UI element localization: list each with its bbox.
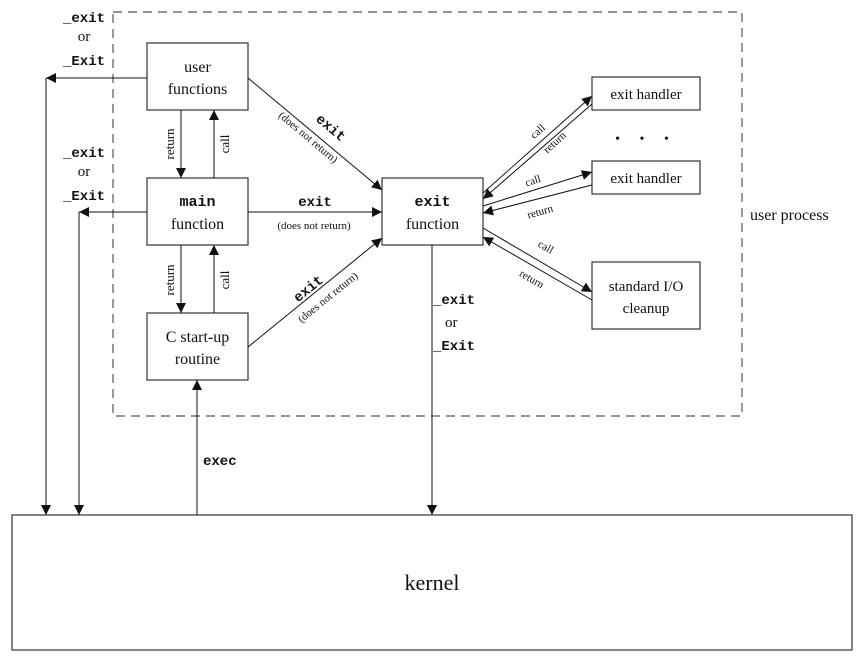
- exit-handler-box-2: exit handler: [591, 160, 701, 195]
- user-functions-line2: functions: [168, 81, 228, 98]
- exit-handler-box-1: exit handler: [591, 76, 701, 111]
- exit-handler-1-label: exit handler: [610, 87, 681, 103]
- call-label-h1: call: [528, 122, 548, 142]
- user-functions-box: user functions: [146, 42, 249, 111]
- return-label-h1: return: [541, 129, 569, 156]
- call-label-2: call: [217, 270, 232, 289]
- exit-or-label-1: _exit or _Exit: [62, 11, 105, 70]
- return-label-h2: return: [526, 203, 555, 222]
- kernel-label: kernel: [405, 570, 460, 595]
- svg-text:_Exit: _Exit: [62, 189, 105, 205]
- kernel-box: kernel: [11, 514, 853, 651]
- startup-routine-line1: C start-up: [166, 329, 230, 346]
- user-process-label: user process: [750, 207, 829, 224]
- exit-function-box: exit function: [381, 177, 484, 246]
- startup-routine-line2: routine: [175, 351, 220, 368]
- exit-label-horiz: exit: [298, 195, 332, 211]
- svg-text:or: or: [78, 164, 91, 180]
- return-label-2: return: [162, 264, 177, 296]
- exit-function-line1: exit: [414, 194, 450, 211]
- return-label-1: return: [162, 128, 177, 160]
- main-function-line1: main: [179, 194, 215, 211]
- main-function-box: main function: [146, 177, 249, 246]
- main-function-line2: function: [171, 216, 224, 233]
- stdio-cleanup-line2: cleanup: [623, 301, 670, 317]
- exit-or-label-2: _exit or _Exit: [62, 146, 105, 205]
- call-label-h2: call: [524, 173, 543, 189]
- more-handlers-ellipsis: • • •: [615, 132, 677, 147]
- svg-text:_exit: _exit: [432, 293, 475, 309]
- exec-label: exec: [203, 454, 237, 470]
- stdio-cleanup-line1: standard I/O: [609, 279, 684, 295]
- svg-text:_exit: _exit: [62, 11, 105, 27]
- process-termination-diagram: user process user functions main functio…: [11, 11, 853, 651]
- arrow-user-functions-exit: [247, 77, 383, 191]
- exit-function-line2: function: [406, 216, 459, 233]
- call-label-h3: call: [536, 238, 556, 256]
- svg-text:or: or: [445, 315, 458, 331]
- exit-or-label-3: _exit or _Exit: [432, 293, 475, 355]
- svg-text:_Exit: _Exit: [432, 339, 475, 355]
- exit-handler-2-label: exit handler: [610, 171, 681, 187]
- stdio-cleanup-box: standard I/O cleanup: [591, 261, 701, 330]
- svg-text:_Exit: _Exit: [62, 54, 105, 70]
- svg-text:or: or: [78, 29, 91, 45]
- svg-text:_exit: _exit: [62, 146, 105, 162]
- user-functions-line1: user: [184, 59, 211, 76]
- does-not-return-label-2: (does not return): [277, 220, 351, 232]
- call-label-1: call: [217, 134, 232, 153]
- startup-routine-box: C start-up routine: [146, 312, 249, 381]
